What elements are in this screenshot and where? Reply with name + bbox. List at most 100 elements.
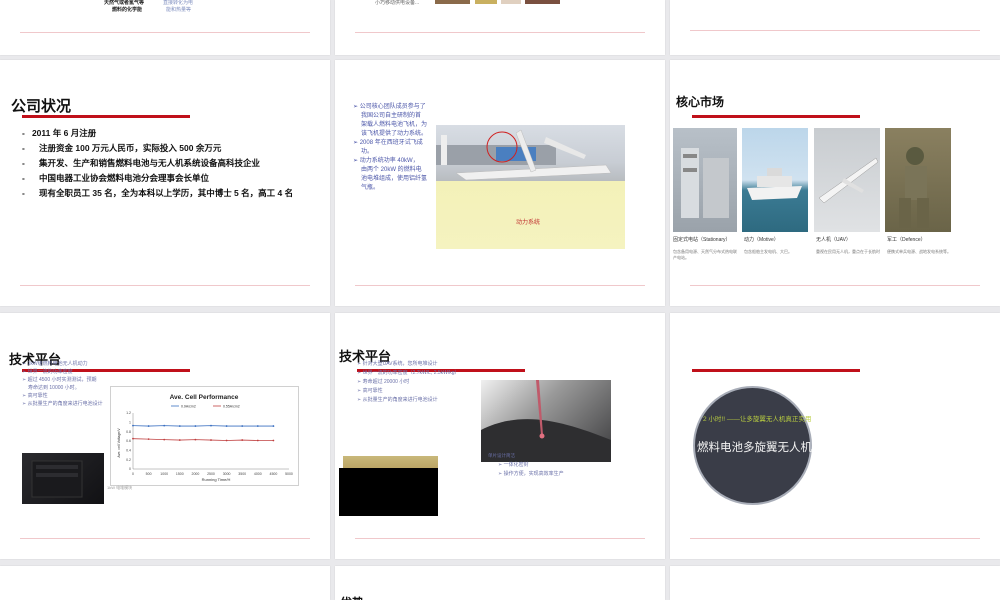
bipolar-plate-photo bbox=[481, 380, 611, 462]
legend-label: 0.9A/cm2 bbox=[181, 404, 196, 408]
list-item: ➢ 高可靠性 bbox=[22, 393, 48, 399]
list-item: - 注册资金 100 万元人民币，实际投入 500 余万元 bbox=[22, 143, 222, 153]
chart-ylabel: Ave. cell Voltage/V bbox=[117, 428, 121, 458]
legend-label: 0.55A/cm2 bbox=[223, 404, 240, 408]
data-point bbox=[256, 439, 259, 442]
slide-text: 燃料的化学能 bbox=[112, 7, 143, 13]
slide-text: 直接转化为电 bbox=[163, 0, 194, 6]
y-tick-label: 0.8 bbox=[126, 430, 131, 434]
title-underline bbox=[22, 115, 190, 118]
slide-fuel-cell-aircraft[interactable]: ➢ 公司核心团队成员参与了 我国公司自主研制的首 架载人燃料电池飞机，为 该飞机… bbox=[335, 60, 665, 306]
slide-bottom-middle[interactable]: 优势 bbox=[335, 566, 665, 600]
data-point bbox=[272, 425, 275, 427]
slide-title: 核心市场 bbox=[676, 95, 725, 109]
bullet-icon: ➢ bbox=[353, 158, 360, 164]
product-photo bbox=[525, 0, 560, 4]
slide-bottom-left[interactable] bbox=[0, 566, 330, 600]
data-point bbox=[194, 438, 197, 441]
chart-plot-area bbox=[132, 424, 275, 442]
tech2-bullets-2: ➢ 一体化密封 ➢ 操作方便，实现高效率生产 bbox=[498, 461, 608, 479]
slide-tech-platform-2[interactable]: 技术平台 ➢ 针对大型UAV系统，您所电堆设计 ➢ 世界一流的功率密度（2.7k… bbox=[335, 313, 665, 559]
list-item: ➢ 一体化密封 bbox=[498, 462, 529, 468]
cell-performance-chart: Ave. Cell Performance 0.9A/cm2 0.55A/cm2 … bbox=[110, 386, 299, 486]
aircraft-photo: 动力系统 bbox=[436, 125, 625, 249]
list-item: 我国公司自主研制的首 bbox=[361, 113, 422, 119]
list-item: ➢ 从批量生产的角度来进行电池设计 bbox=[22, 401, 103, 407]
market-card-title: 动力（Motive） bbox=[744, 237, 779, 243]
data-point bbox=[163, 424, 166, 427]
module-illustration bbox=[31, 460, 83, 498]
y-tick-label: 0.6 bbox=[126, 439, 131, 443]
slide-title: 优势 bbox=[340, 594, 364, 600]
data-point bbox=[241, 425, 244, 427]
slide-tech-platform-1[interactable]: 技术平台 ➢ 1kW级燃料电池无人机动力 ➢ 世界一流的功率密度 ➢ 超过 45… bbox=[0, 313, 330, 559]
data-point bbox=[178, 425, 181, 427]
market-card-desc: 包含船舶主发电机、大巴。 bbox=[744, 249, 792, 254]
divider bbox=[20, 32, 310, 33]
list-item: ➢ 世界一流的功率密度 bbox=[22, 369, 73, 375]
divider bbox=[20, 538, 310, 539]
title-underline bbox=[692, 115, 860, 118]
market-card-title: 军工（Defence） bbox=[887, 237, 926, 243]
tech1-bullets: ➢ 1kW级燃料电池无人机动力 ➢ 世界一流的功率密度 ➢ 超过 4500 小时… bbox=[22, 360, 122, 408]
slide-core-market[interactable]: 核心市场 固定式电站（Stationary） 包含备用电源、天然气分布式热电联产… bbox=[670, 60, 1000, 306]
market-card-desc: 包含备用电源、天然气分布式热电联产电站。 bbox=[673, 249, 737, 260]
divider bbox=[690, 30, 980, 31]
ship-illustration bbox=[747, 168, 802, 200]
list-item: ➢ 公司核心团队成员参与了 bbox=[353, 104, 426, 110]
design-label: 单片设计简洁 bbox=[488, 453, 515, 458]
data-point bbox=[272, 439, 275, 442]
slide-top-right[interactable] bbox=[670, 0, 1000, 55]
market-card-title: 无人机（UAV） bbox=[816, 237, 851, 243]
uav-subtitle: 2 小时!! ——让多旋翼无人机真正实用 bbox=[703, 416, 812, 423]
product-photo bbox=[501, 0, 521, 4]
data-point bbox=[178, 439, 181, 441]
data-point bbox=[210, 424, 212, 427]
data-point bbox=[163, 438, 166, 441]
stationary-illustration bbox=[681, 148, 729, 218]
list-item: ➢ 1kW级燃料电池无人机动力 bbox=[22, 361, 88, 367]
product-photo bbox=[475, 0, 497, 4]
data-point bbox=[256, 425, 259, 427]
aircraft-illustration bbox=[436, 129, 612, 181]
slide-top-middle[interactable]: 小巧移动供电设备... bbox=[335, 0, 665, 55]
data-point bbox=[147, 425, 150, 427]
x-tick-label: 5000 bbox=[285, 472, 293, 476]
data-point bbox=[132, 424, 134, 427]
y-tick-label: 0.4 bbox=[126, 449, 131, 453]
stationary-photo bbox=[673, 128, 737, 232]
x-tick-label: 1000 bbox=[160, 472, 168, 476]
slide-company-status[interactable]: 公司状况 - 2011 年 6 月注册 - 注册资金 100 万元人民币，实际投… bbox=[0, 60, 330, 306]
bullet-icon: ➢ bbox=[353, 140, 360, 146]
slide-top-left[interactable]: 天然气或者氢气等 燃料的化学能 直接转化为电 能和热量等 bbox=[0, 0, 330, 55]
x-tick-label: 4500 bbox=[270, 472, 278, 476]
power-system-label: 动力系统 bbox=[516, 220, 541, 226]
data-point bbox=[194, 425, 197, 427]
x-tick-label: 500 bbox=[146, 472, 152, 476]
list-item: - 2011 年 6 月注册 bbox=[22, 128, 97, 138]
x-tick-label: 2000 bbox=[192, 472, 200, 476]
divider bbox=[355, 32, 645, 33]
data-point bbox=[225, 439, 228, 442]
stack-module-photo bbox=[22, 453, 104, 504]
divider bbox=[355, 285, 645, 286]
slide-title: 公司状况 bbox=[11, 98, 72, 115]
y-tick-label: 1 bbox=[129, 421, 131, 425]
list-item: - 中国电器工业协会燃料电池分会理事会长单位 bbox=[22, 173, 210, 183]
x-tick-label: 0 bbox=[132, 472, 134, 476]
company-list: - 2011 年 6 月注册 - 注册资金 100 万元人民币，实际投入 500… bbox=[22, 127, 312, 199]
slide-multirotor-uav[interactable]: 2 小时!! ——让多旋翼无人机真正实用 燃料电池多旋翼无人机 bbox=[670, 313, 1000, 559]
x-tick-label: 3500 bbox=[238, 472, 246, 476]
chart-xlabel: Running Time/H bbox=[202, 477, 231, 482]
data-point bbox=[241, 439, 244, 441]
slide-text: 能和热量等 bbox=[166, 7, 192, 13]
slide-bottom-right[interactable] bbox=[670, 566, 1000, 600]
divider bbox=[20, 285, 310, 286]
bullet-icon: ➢ bbox=[353, 104, 360, 110]
data-point bbox=[225, 425, 228, 427]
chart-legend: 0.9A/cm2 0.55A/cm2 bbox=[171, 404, 240, 408]
data-point bbox=[147, 438, 150, 441]
list-item: 寿命达到 10000 小时。 bbox=[28, 385, 80, 391]
uav-photo bbox=[814, 128, 880, 232]
slide-text: 小巧移动供电设备... bbox=[375, 0, 420, 6]
